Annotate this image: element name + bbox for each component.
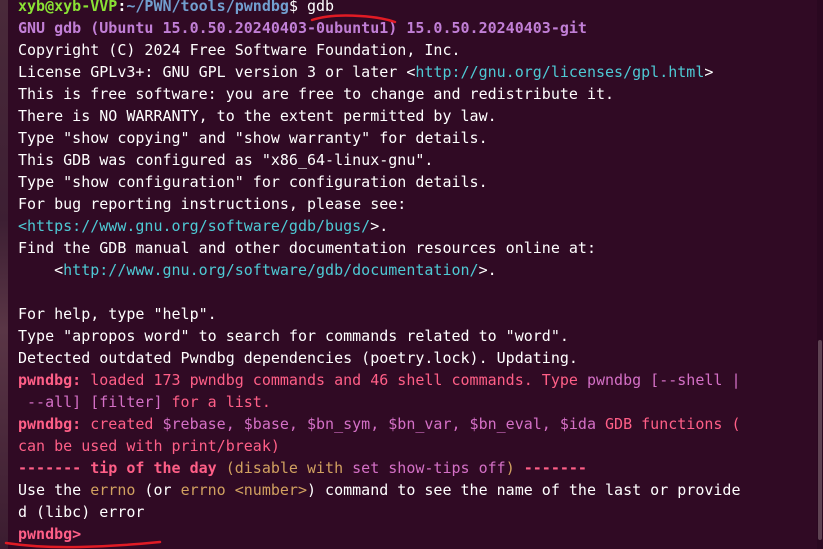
doc-url-line: <http://www.gnu.org/software/gdb/documen…: [18, 259, 817, 281]
free-software-line: This is free software: you are free to c…: [18, 85, 615, 103]
license-suffix: >: [704, 63, 714, 81]
doc-suffix: >.: [478, 261, 497, 279]
bug-reporting-line: For bug reporting instructions, please s…: [18, 195, 407, 213]
created-functions: $rebase, $base, $bn_sym, $bn_var, $bn_ev…: [162, 415, 596, 433]
pwndbg-created-line-2: can be used with print/break): [18, 437, 280, 455]
show-configuration-line: Type "show configuration" for configurat…: [18, 173, 488, 191]
bugs-url-line: <https://www.gnu.org/software/gdb/bugs/>…: [18, 215, 817, 237]
pwndbg-label: pwndbg:: [18, 371, 82, 389]
prompt-symbol: $: [288, 0, 298, 15]
bugs-suffix: >.: [370, 217, 389, 235]
shell-prompt-line: xyb@xyb-VVP:~/PWN/tools/pwndbg$ gdb: [18, 0, 817, 17]
tip-body-line-2: d (libc) error: [18, 503, 145, 521]
loaded-text: loaded 173 pwndbg commands and 46 shell …: [81, 371, 587, 389]
license-link[interactable]: http://gnu.org/licenses/gpl.html: [415, 63, 704, 81]
license-line: License GPLv3+: GNU GPL version 3 or lat…: [18, 61, 817, 83]
doc-link[interactable]: http://www.gnu.org/software/gdb/document…: [63, 261, 478, 279]
pwndbg-prompt[interactable]: pwndbg>: [18, 525, 81, 543]
outdated-line: Detected outdated Pwndbg dependencies (p…: [18, 349, 578, 367]
show-copying-line: Type "show copying" and "show warranty" …: [18, 129, 488, 147]
terminal-window[interactable]: xyb@xyb-VVP:~/PWN/tools/pwndbg$ gdb GNU …: [0, 0, 823, 549]
prompt-path: ~/PWN/tools/pwndbg: [126, 0, 289, 15]
tip-dashes-left: -------: [18, 459, 91, 477]
tip-command: set show-tips off: [352, 459, 506, 477]
copyright-line: Copyright (C) 2024 Free Software Foundat…: [18, 41, 461, 59]
license-prefix: License GPLv3+: GNU GPL version 3 or lat…: [18, 63, 416, 81]
tip-errno: errno: [90, 481, 136, 499]
tip-errno-number: errno <number>: [180, 481, 307, 499]
pwndbg-created-line: pwndbg: created $rebase, $base, $bn_sym,…: [18, 413, 817, 435]
tip-after-errno: ) command to see the name of the last or…: [307, 481, 741, 499]
tip-open: (disable with: [216, 459, 353, 477]
doc-prefix: <: [18, 261, 64, 279]
terminal-output: xyb@xyb-VVP:~/PWN/tools/pwndbg$ gdb GNU …: [18, 0, 817, 545]
tip-title: tip of the day: [90, 459, 217, 477]
prompt-user-host: xyb@xyb-VVP: [18, 0, 118, 15]
pwndbg-label: pwndbg:: [18, 415, 82, 433]
apropos-line: Type "apropos word" to search for comman…: [18, 327, 569, 345]
scrollbar-track[interactable]: [817, 0, 823, 549]
created-text-end: GDB functions (: [595, 415, 741, 433]
gdb-version-line: GNU gdb (Ubuntu 15.0.50.20240403-0ubuntu…: [18, 19, 587, 37]
tip-header-line: ------- tip of the day (disable with set…: [18, 457, 817, 479]
tip-close: ): [505, 459, 515, 477]
prompt-command: gdb: [297, 0, 335, 15]
help-line: For help, type "help".: [18, 305, 217, 323]
tip-or: (or: [135, 481, 181, 499]
window-left-edge: [0, 0, 8, 549]
pwndbg-loaded-line: pwndbg: loaded 173 pwndbg commands and 4…: [18, 369, 817, 391]
tip-use-the: Use the: [18, 481, 91, 499]
configured-line: This GDB was configured as "x86_64-linux…: [18, 151, 434, 169]
loaded-text-end: for a list.: [162, 393, 271, 411]
manual-line: Find the GDB manual and other documentat…: [18, 239, 596, 257]
tip-body-line: Use the errno (or errno <number>) comman…: [18, 479, 817, 501]
bugs-link[interactable]: https://www.gnu.org/software/gdb/bugs/: [27, 217, 370, 235]
loaded-command: pwndbg [--shell |: [586, 371, 741, 389]
pwndbg-loaded-line-2: --all] [filter] for a list.: [18, 391, 817, 413]
no-warranty-line: There is NO WARRANTY, to the extent perm…: [18, 107, 497, 125]
loaded-command-continued: --all] [filter]: [18, 393, 163, 411]
pwndbg-prompt-line[interactable]: pwndbg>: [18, 523, 817, 545]
tip-dashes-right: -------: [514, 459, 587, 477]
scrollbar-thumb[interactable]: [818, 340, 822, 540]
bugs-prefix: <: [18, 217, 28, 235]
created-text: created: [81, 415, 163, 433]
